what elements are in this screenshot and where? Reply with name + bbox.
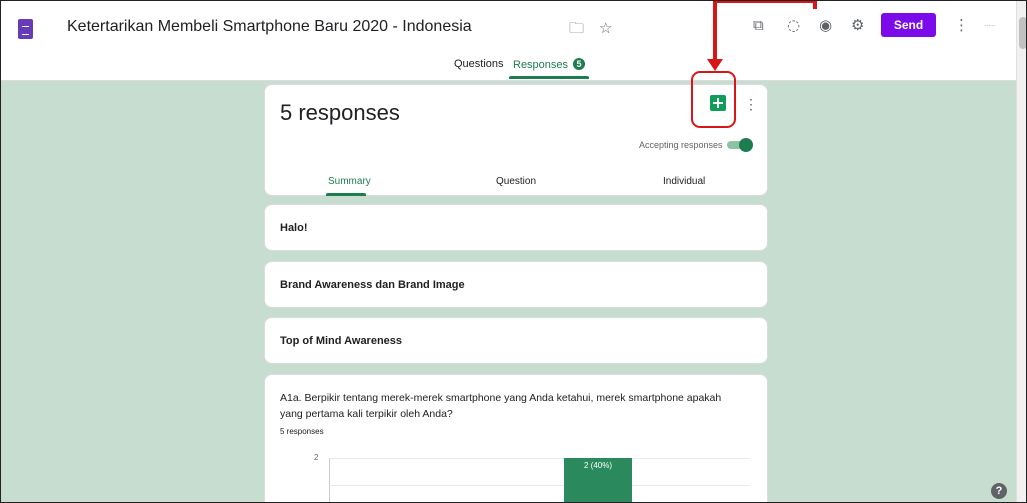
- y-axis-tick: 2: [314, 453, 319, 462]
- folder-icon[interactable]: 🗀: [569, 19, 584, 37]
- bar-value-label: 2 (40%): [583, 461, 612, 470]
- accepting-toggle-knob[interactable]: [739, 138, 753, 152]
- more-options-icon[interactable]: ⋮: [744, 97, 758, 111]
- question-response-count: 5 responses: [280, 427, 324, 436]
- subtab-question[interactable]: Question: [496, 176, 536, 187]
- tab-questions[interactable]: Questions: [454, 58, 504, 70]
- tab-responses[interactable]: Responses 5: [513, 58, 586, 71]
- forms-logo[interactable]: [18, 19, 33, 39]
- send-button[interactable]: Send: [881, 13, 936, 37]
- tab-active-indicator: [509, 76, 589, 79]
- more-vert-icon[interactable]: ⋮: [954, 16, 969, 34]
- addon-icon[interactable]: ⧉: [753, 16, 764, 34]
- section-title: Brand Awareness dan Brand Image: [280, 279, 465, 291]
- tab-responses-label: Responses: [513, 59, 569, 71]
- eye-icon[interactable]: ◉: [819, 16, 832, 34]
- annotation-arrow-line: [713, 1, 717, 63]
- help-icon[interactable]: ?: [991, 483, 1007, 499]
- section-card: Top of Mind Awareness: [264, 317, 768, 364]
- section-title: Halo!: [280, 222, 308, 234]
- account-text[interactable]: ......: [985, 22, 995, 28]
- star-icon[interactable]: ☆: [599, 19, 612, 37]
- app-frame: Ketertarikan Membeli Smartphone Baru 202…: [0, 0, 1027, 503]
- responses-title: 5 responses: [280, 100, 400, 125]
- question-text: A1a. Berpikir tentang merek-merek smartp…: [280, 392, 722, 420]
- annotation-arrow-head: [707, 59, 723, 71]
- subtab-summary[interactable]: Summary: [328, 176, 371, 187]
- subtab-active-indicator: [326, 193, 366, 196]
- section-card: Brand Awareness dan Brand Image: [264, 261, 768, 308]
- accepting-responses-label: Accepting responses: [639, 140, 723, 150]
- chart-plot-area: [329, 458, 749, 502]
- document-title[interactable]: Ketertarikan Membeli Smartphone Baru 202…: [67, 18, 472, 36]
- scrollbar-thumb[interactable]: [1019, 17, 1026, 49]
- annotation-highlight-box: [691, 71, 736, 128]
- section-card: Halo!: [264, 204, 768, 251]
- scrollbar[interactable]: [1016, 1, 1026, 502]
- annotation-arrow-line: [813, 1, 817, 9]
- annotation-arrow-line: [713, 1, 817, 3]
- form-tabs: Questions Responses 5: [1, 53, 1016, 81]
- responses-count-badge: 5: [573, 58, 586, 70]
- settings-icon[interactable]: ⚙: [851, 16, 864, 34]
- gridline: [329, 458, 749, 459]
- palette-icon[interactable]: ◌: [787, 16, 800, 34]
- top-bar: Ketertarikan Membeli Smartphone Baru 202…: [1, 1, 1016, 81]
- gridline: [329, 485, 749, 486]
- subtab-individual[interactable]: Individual: [663, 176, 705, 187]
- section-title: Top of Mind Awareness: [280, 335, 403, 347]
